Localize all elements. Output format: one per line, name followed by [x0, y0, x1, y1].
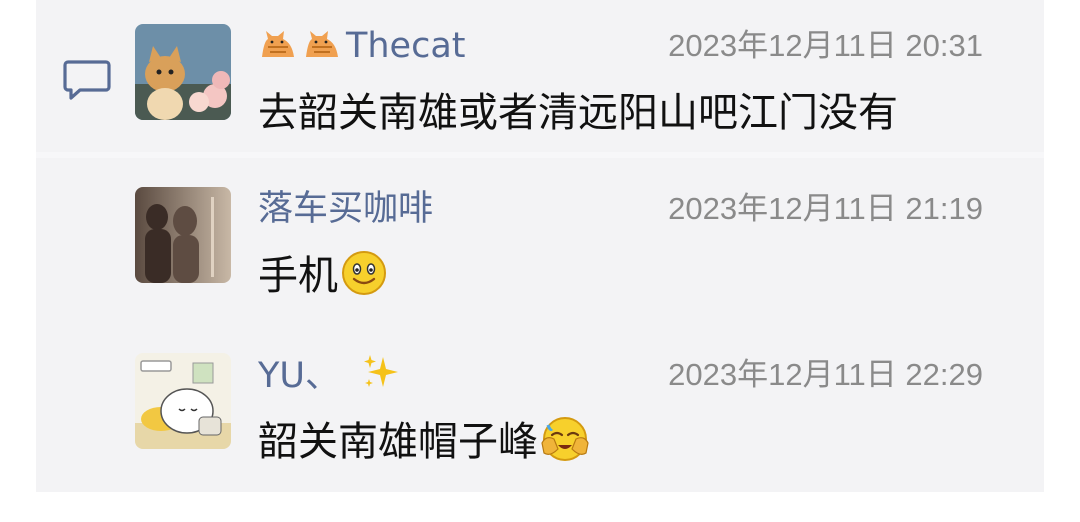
sparkles-emoji-icon — [364, 355, 399, 387]
comment-text: 手机 — [258, 249, 388, 303]
cartoon-sleeping-avatar[interactable] — [135, 353, 231, 449]
comment-author[interactable]: YU、 — [258, 353, 401, 398]
comment-icon[interactable] — [62, 58, 112, 102]
cat-emoji-icon — [306, 31, 338, 57]
comment-text: 韶关南雄帽子峰 — [258, 415, 590, 469]
comment-author[interactable]: Thecat — [258, 24, 466, 68]
smiling-face-emoji-icon — [342, 251, 386, 295]
comment-text-content: 韶关南雄帽子峰 — [258, 419, 538, 465]
comment-text-content: 手机 — [258, 253, 338, 299]
author-name[interactable]: Thecat — [346, 26, 466, 66]
author-name[interactable]: YU、 — [258, 356, 340, 396]
comment-item: 落车买咖啡 2023年12月11日 21:19 手机 — [135, 187, 1035, 327]
comment-time: 2023年12月11日 20:31 — [668, 28, 983, 63]
cat-emoji-icon — [262, 31, 294, 57]
couple-shadow-avatar[interactable] — [135, 187, 231, 283]
facepalm-emoji-icon — [541, 417, 589, 461]
comment-author[interactable]: 落车买咖啡 — [258, 187, 433, 231]
comment-time: 2023年12月11日 21:19 — [668, 191, 983, 226]
cat-with-flowers-avatar[interactable] — [135, 24, 231, 120]
comment-item: Thecat 2023年12月11日 20:31 去韶关南雄或者清远阳山吧江门没… — [135, 24, 1035, 164]
comment-item: YU、 2023年12月11日 22:29 韶关南雄帽子峰 — [135, 353, 1035, 493]
comment-text: 去韶关南雄或者清远阳山吧江门没有 — [258, 90, 898, 136]
comment-time: 2023年12月11日 22:29 — [668, 357, 983, 392]
